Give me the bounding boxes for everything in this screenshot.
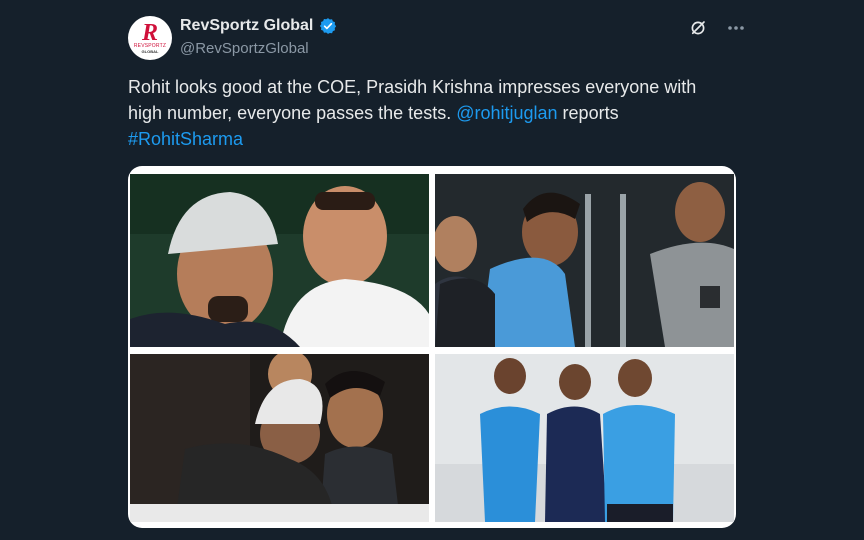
tweet-body-tail: reports bbox=[557, 103, 619, 123]
photo-1[interactable] bbox=[130, 174, 429, 347]
photo-3-image bbox=[130, 354, 429, 522]
verified-badge-icon bbox=[320, 18, 337, 34]
mention-link[interactable]: @rohitjuglan bbox=[456, 103, 557, 123]
media-grid bbox=[128, 166, 736, 528]
photo-3[interactable] bbox=[130, 354, 429, 522]
avatar-logo-mark: R bbox=[141, 19, 158, 46]
photo-2[interactable] bbox=[435, 174, 734, 347]
more-icon[interactable] bbox=[726, 18, 746, 38]
avatar[interactable]: R REVSPORTZ GLOBAL bbox=[128, 16, 172, 60]
grok-icon[interactable] bbox=[688, 18, 708, 38]
tweet-card: R REVSPORTZ GLOBAL RevSportz Global @Rev… bbox=[0, 0, 864, 540]
tweet-actions-top bbox=[688, 18, 746, 38]
tweet-text: Rohit looks good at the COE, Prasidh Kri… bbox=[128, 74, 728, 152]
name-row: RevSportz Global bbox=[180, 17, 337, 35]
photo-4[interactable] bbox=[435, 354, 734, 522]
hashtag-link[interactable]: #RohitSharma bbox=[128, 129, 243, 149]
photo-1-image bbox=[130, 174, 429, 347]
display-name[interactable]: RevSportz Global bbox=[180, 17, 313, 35]
avatar-logo-sub: GLOBAL bbox=[141, 48, 159, 54]
photo-2-image bbox=[435, 174, 734, 347]
account-handle[interactable]: @RevSportzGlobal bbox=[180, 40, 309, 57]
photo-4-image bbox=[435, 354, 734, 522]
